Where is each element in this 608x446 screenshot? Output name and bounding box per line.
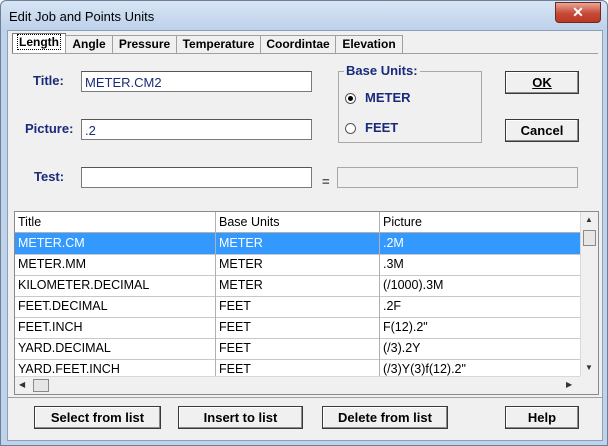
table-cell: METER [216,275,380,296]
ok-button[interactable]: OK [505,71,579,94]
table-cell: METER.MM [15,254,216,275]
table-header: Title Base Units Picture [15,212,580,233]
insert-to-list-label: Insert to list [203,410,278,425]
ok-button-label: OK [532,75,552,90]
base-units-group: Base Units: METER FEET [338,63,482,143]
scroll-up-icon[interactable]: ▲ [585,215,593,224]
column-header-title[interactable]: Title [15,212,216,232]
select-from-list-button[interactable]: Select from list [34,406,161,429]
table-cell: FEET [216,338,380,359]
radio-feet-label: FEET [365,120,399,135]
close-icon: ✕ [572,4,584,20]
insert-to-list-button[interactable]: Insert to list [178,406,303,429]
test-label: Test: [34,169,65,184]
help-button[interactable]: Help [505,406,579,429]
tab-angle[interactable]: Angle [65,35,113,54]
column-header-picture[interactable]: Picture [380,212,580,232]
table-cell: METER.CM [15,233,216,254]
table-cell: FEET.INCH [15,317,216,338]
scroll-right-icon[interactable]: ▶ [566,380,572,389]
scroll-corner [580,376,598,394]
close-button[interactable]: ✕ [555,2,601,23]
table-row[interactable]: YARD.DECIMAL FEET (/3).2Y [15,338,580,360]
table-cell: .2F [383,299,402,313]
title-field[interactable]: METER.CM2 [81,71,312,92]
delete-from-list-label: Delete from list [338,410,432,425]
scroll-left-icon[interactable]: ◀ [19,380,25,389]
column-header-base-units[interactable]: Base Units [216,212,380,232]
dialog-window: Edit Job and Points Units ✕ Length Angle… [0,0,608,446]
equals-sign: = [322,174,330,189]
vertical-scrollbar[interactable]: ▲ ▼ [580,212,598,376]
radio-icon [345,123,356,134]
tab-temperature-label: Temperature [182,37,255,51]
title-bar[interactable]: Edit Job and Points Units ✕ [1,1,607,31]
table-row[interactable]: FEET.INCH FEET F(12).2" [15,317,580,339]
table-cell: KILOMETER.DECIMAL [15,275,216,296]
tab-coordintae[interactable]: Coordintae [260,35,336,54]
title-label: Title: [33,73,64,88]
tab-pressure[interactable]: Pressure [112,35,177,54]
divider [8,397,602,398]
tab-elevation[interactable]: Elevation [335,35,403,54]
delete-from-list-button[interactable]: Delete from list [322,406,448,429]
tab-angle-label: Angle [72,37,106,51]
tab-length-label: Length [17,34,61,50]
cancel-button[interactable]: Cancel [505,119,579,142]
horizontal-scroll-thumb[interactable] [33,379,49,392]
radio-meter-label: METER [365,90,411,105]
select-from-list-label: Select from list [50,410,145,425]
units-table: Title Base Units Picture METER.CM METER .2… [14,211,599,395]
base-units-legend: Base Units: [344,63,420,78]
radio-icon [345,93,356,104]
tab-length[interactable]: Length [12,33,66,54]
horizontal-scrollbar[interactable]: ◀ ▶ [15,376,580,394]
tab-coordintae-label: Coordintae [266,37,330,51]
table-cell: FEET.DECIMAL [15,296,216,317]
tab-temperature[interactable]: Temperature [176,35,261,54]
cancel-button-label: Cancel [520,123,564,138]
table-row[interactable]: METER.MM METER .3M [15,254,580,276]
picture-label: Picture: [25,121,74,136]
table-cell: FEET [216,317,380,338]
table-cell: (/1000).3M [383,278,444,292]
tab-elevation-label: Elevation [342,37,396,51]
table-cell: (/3).2Y [383,341,421,355]
table-row[interactable]: FEET.DECIMAL FEET .2F [15,296,580,318]
tab-pressure-label: Pressure [118,37,171,51]
picture-field[interactable]: .2 [81,119,312,140]
table-row[interactable]: KILOMETER.DECIMAL METER (/1000).3M [15,275,580,297]
table-cell: METER [216,233,380,254]
dialog-client: Length Angle Pressure Temperature Coordi… [7,30,603,441]
table-cell: .2M [383,236,404,250]
table-cell: F(12).2" [383,320,428,334]
help-button-label: Help [527,410,557,425]
vertical-scroll-thumb[interactable] [583,230,596,246]
scroll-down-icon[interactable]: ▼ [585,363,593,372]
table-cell: METER [216,254,380,275]
test-field[interactable] [81,167,312,188]
test-result-field [337,167,578,188]
table-row[interactable]: METER.CM METER .2M [15,233,580,255]
window-title: Edit Job and Points Units [9,9,155,24]
table-cell: FEET [216,296,380,317]
table-cell: .3M [383,257,404,271]
table-cell: YARD.DECIMAL [15,338,216,359]
